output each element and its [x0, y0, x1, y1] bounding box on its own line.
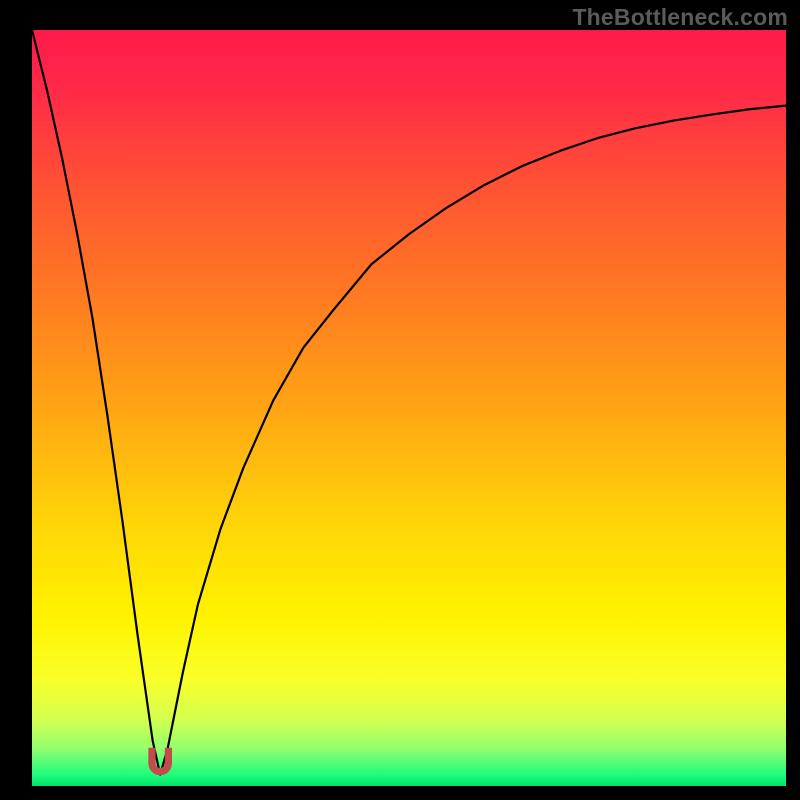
watermark-text: TheBottleneck.com	[572, 4, 788, 31]
chart-svg	[32, 30, 786, 786]
chart-background	[32, 30, 786, 786]
plot-area	[32, 30, 786, 786]
chart-stage: TheBottleneck.com	[0, 0, 800, 800]
